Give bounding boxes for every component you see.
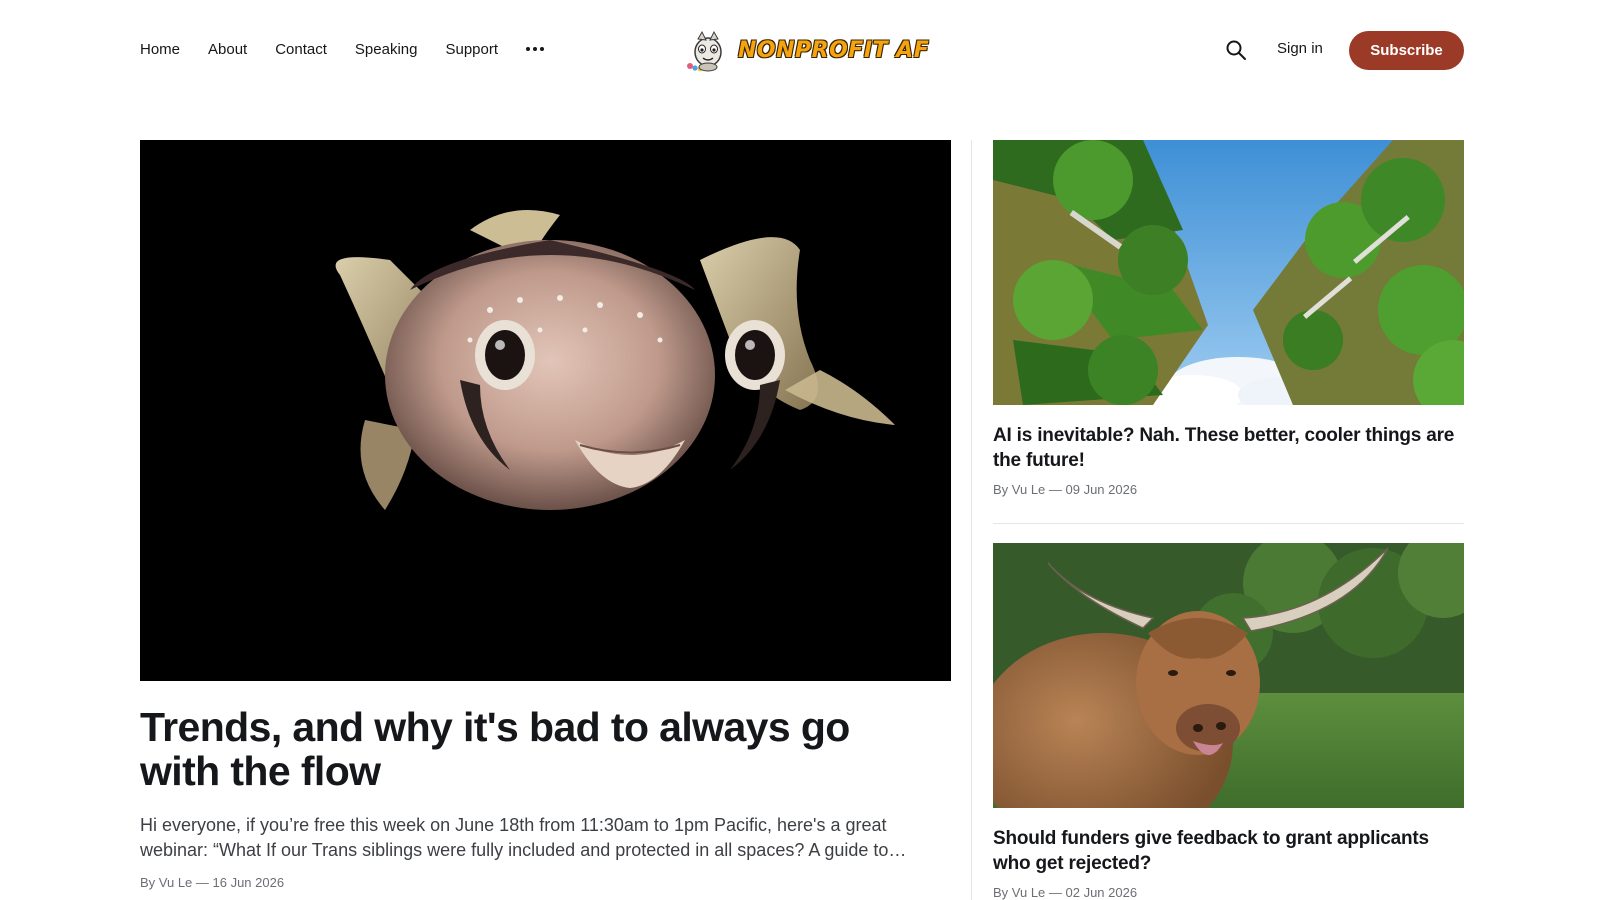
nav-home[interactable]: Home [140, 41, 180, 58]
nav-speaking[interactable]: Speaking [355, 41, 418, 58]
vertical-forest-image [993, 140, 1464, 405]
feature-image[interactable] [140, 140, 951, 681]
search-icon[interactable] [1224, 38, 1248, 62]
ellipsis-icon[interactable] [526, 40, 545, 58]
pufferfish-image [140, 140, 951, 681]
column-divider [971, 140, 972, 900]
subscribe-button[interactable]: Subscribe [1349, 31, 1464, 70]
side-post-image[interactable] [993, 543, 1464, 808]
main-nav: Home About Contact Speaking Support [140, 40, 545, 58]
side-post-byline: By Vu Le — 09 Jun 2026 [993, 482, 1138, 497]
nav-support[interactable]: Support [445, 41, 498, 58]
feature-title[interactable]: Trends, and why it's bad to always go wi… [140, 705, 940, 793]
site-header: Home About Contact Speaking Support NONP… [0, 0, 1600, 100]
feature-excerpt: Hi everyone, if you’re free this week on… [140, 815, 889, 860]
site-logo[interactable]: NONPROFIT AF [684, 28, 929, 72]
mascot-logo-icon [687, 30, 722, 72]
side-post-title[interactable]: Should funders give feedback to grant ap… [993, 826, 1464, 876]
post-divider [993, 523, 1464, 524]
side-post-image[interactable] [993, 140, 1464, 405]
side-post-byline: By Vu Le — 02 Jun 2026 [993, 885, 1138, 900]
feature-byline: By Vu Le — 16 Jun 2026 [140, 875, 285, 890]
side-post-title[interactable]: AI is inevitable? Nah. These better, coo… [993, 423, 1464, 473]
nav-about[interactable]: About [208, 41, 247, 58]
logo-text: NONPROFIT AF [738, 37, 930, 63]
highland-cow-image [993, 543, 1464, 808]
sign-in-link[interactable]: Sign in [1277, 40, 1323, 57]
nav-contact[interactable]: Contact [275, 41, 327, 58]
